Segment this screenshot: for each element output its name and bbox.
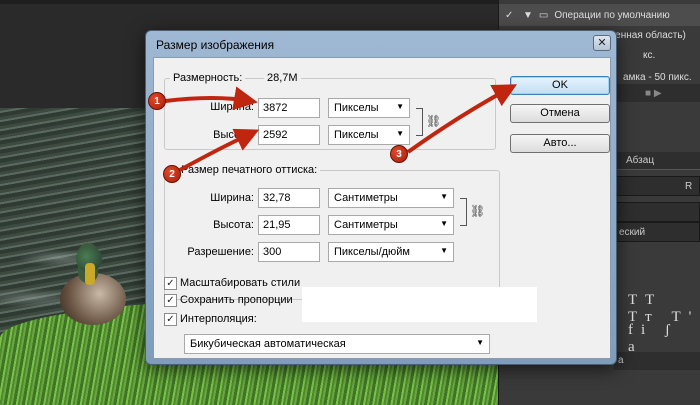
tab-paragraph[interactable]: Абзац	[614, 152, 700, 170]
cancel-button[interactable]: Отмена	[510, 104, 610, 123]
font-size-select[interactable]	[614, 202, 700, 222]
duck-bill	[85, 263, 95, 285]
resolution-label: Разрешение:	[187, 246, 254, 258]
dropdown-arrow-icon: ▼	[396, 129, 404, 138]
action-label: кс.	[643, 49, 656, 61]
dropdown-arrow-icon: ▼	[396, 102, 404, 111]
check-icon[interactable]: ✓	[505, 10, 517, 21]
char-value: R	[685, 180, 693, 192]
resample-method-select[interactable]: Бикубическая автоматическая ▼	[184, 334, 490, 354]
image-size-dialog: Размер изображения ✕ Размерность: 28,7M …	[145, 30, 617, 365]
print-width-label: Ширина:	[210, 192, 254, 204]
scale-styles-checkbox[interactable]: ✓	[164, 276, 177, 290]
dropdown-arrow-icon: ▼	[440, 192, 448, 201]
panel-bottom-row[interactable]: а	[614, 352, 700, 370]
print-width-input[interactable]	[258, 188, 320, 208]
constrain-proportions-label: Сохранить пропорции	[180, 294, 293, 306]
close-button[interactable]: ✕	[593, 35, 611, 51]
folder-icon: ▭	[538, 9, 549, 21]
dropdown-arrow-icon: ▼	[476, 338, 484, 347]
resample-checkbox[interactable]: ✓	[164, 312, 177, 326]
action-row-default[interactable]: ✓ ▼ ▭ Операции по умолчанию	[499, 4, 700, 26]
print-height-label: Высота:	[213, 219, 254, 231]
opentype-buttons[interactable]: fi ʃ a	[628, 322, 700, 356]
chain-link-icon: ⛓	[426, 114, 442, 128]
close-icon: ✕	[597, 37, 607, 49]
action-label: Операции по умолчанию	[554, 9, 670, 21]
resample-option[interactable]: ✓ Интерполяция:	[164, 311, 257, 327]
constrain-proportions-checkbox[interactable]: ✓	[164, 293, 177, 307]
auto-button[interactable]: Авто...	[510, 134, 610, 153]
annotation-marker-1: 1	[148, 92, 166, 110]
char-value: еский	[619, 226, 646, 238]
resample-method-value: Бикубическая автоматическая	[190, 338, 346, 350]
height-unit-select[interactable]: Пикселы ▼	[328, 125, 410, 145]
resolution-unit-value: Пикселы/дюйм	[334, 246, 410, 258]
scale-styles-option[interactable]: ✓ Масштабировать стили	[164, 275, 300, 291]
resolution-input[interactable]	[258, 242, 320, 262]
annotation-marker-3: 3	[390, 145, 408, 163]
height-label: Высота:	[213, 129, 254, 141]
font-style-select[interactable]: R	[614, 176, 700, 196]
play-icon[interactable]: ■ ▶	[645, 88, 662, 99]
width-label: Ширина:	[210, 101, 254, 113]
text-style-buttons[interactable]: TT Tт T'	[628, 292, 700, 326]
dialog-title: Размер изображения	[156, 38, 275, 52]
print-size-label: Размер печатного оттиска:	[178, 164, 321, 176]
print-width-unit-select[interactable]: Сантиметры ▼	[328, 188, 454, 208]
resample-label: Интерполяция:	[180, 313, 257, 325]
print-width-unit-value: Сантиметры	[334, 192, 398, 204]
link-bracket	[416, 108, 423, 136]
blank-area	[302, 287, 537, 322]
resolution-unit-select[interactable]: Пикселы/дюйм ▼	[328, 242, 454, 262]
pixel-dimensions-label: Размерность:	[170, 72, 246, 84]
kerning-select[interactable]: еский	[614, 222, 700, 242]
height-unit-value: Пикселы	[334, 129, 379, 141]
chain-link-icon: ⛓	[470, 204, 486, 218]
ok-button[interactable]: OK	[510, 76, 610, 95]
height-input[interactable]	[258, 125, 320, 145]
dialog-body: Размерность: 28,7M Ширина: Пикселы ▼ Выс…	[153, 57, 611, 359]
dropdown-arrow-icon: ▼	[440, 246, 448, 255]
constrain-proportions-option[interactable]: ✓ Сохранить пропорции	[164, 292, 293, 308]
action-label: амка - 50 пикс.	[623, 71, 692, 83]
dropdown-arrow-icon: ▼	[440, 219, 448, 228]
pixel-size-value: 28,7M	[264, 72, 301, 84]
annotation-marker-2: 2	[163, 165, 181, 183]
width-unit-value: Пикселы	[334, 102, 379, 114]
width-unit-select[interactable]: Пикселы ▼	[328, 98, 410, 118]
link-bracket	[460, 198, 467, 226]
width-input[interactable]	[258, 98, 320, 118]
scale-styles-label: Масштабировать стили	[180, 277, 301, 289]
print-height-unit-value: Сантиметры	[334, 219, 398, 231]
print-height-input[interactable]	[258, 215, 320, 235]
print-height-unit-select[interactable]: Сантиметры ▼	[328, 215, 454, 235]
expand-arrow-icon[interactable]: ▼	[523, 10, 533, 21]
